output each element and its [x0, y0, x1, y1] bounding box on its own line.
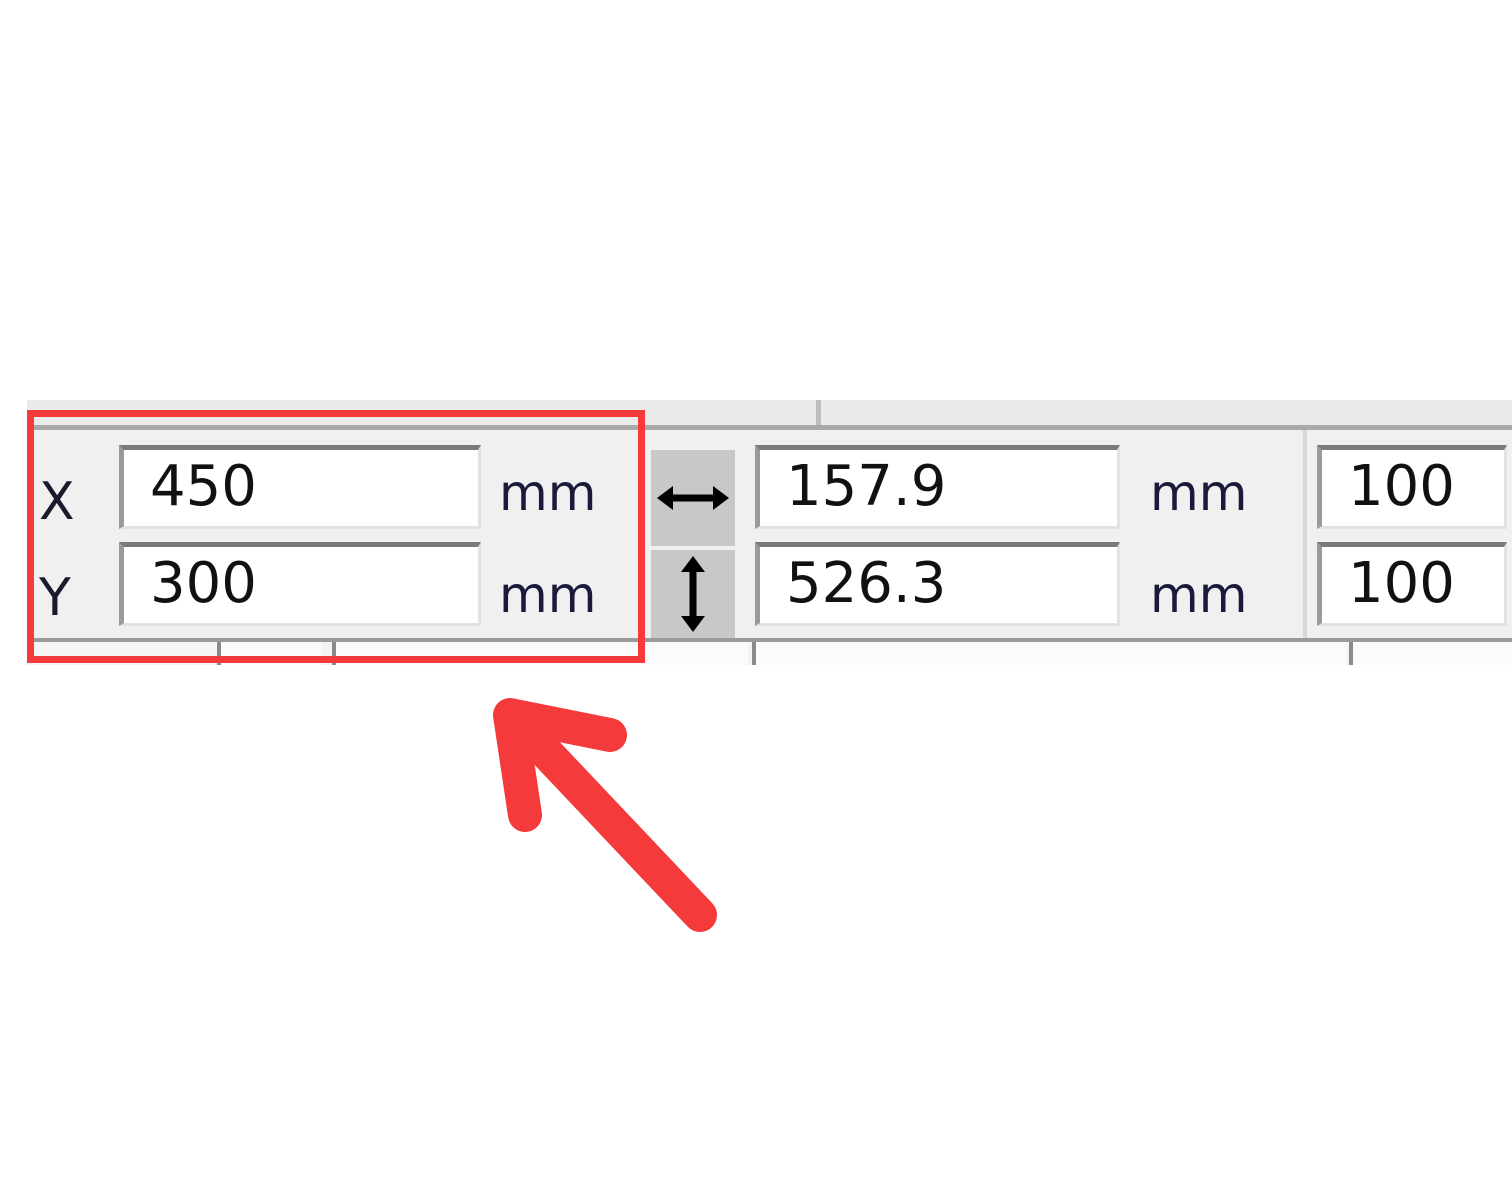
next-row-field[interactable]: [1349, 642, 1512, 665]
horizontal-double-arrow-icon: [657, 486, 729, 510]
height-input[interactable]: 526.3: [755, 542, 1120, 626]
width-scale-input[interactable]: 100: [1317, 445, 1507, 529]
next-row-field[interactable]: [752, 642, 1346, 665]
vertical-double-arrow-icon: [681, 556, 705, 632]
red-arrow-pointing-up-left-icon: [493, 698, 717, 932]
width-unit-label: mm: [1150, 464, 1248, 522]
width-input[interactable]: 157.9: [755, 445, 1120, 529]
width-lock-button[interactable]: [651, 450, 735, 546]
size-panel: 157.9 mm 526.3 mm: [645, 430, 1305, 638]
scale-panel: 100 100: [1303, 430, 1512, 638]
height-unit-label: mm: [1150, 566, 1248, 624]
highlight-box: [27, 410, 645, 663]
height-scale-input[interactable]: 100: [1317, 542, 1507, 626]
toolbar-separator: [816, 400, 821, 425]
height-lock-button[interactable]: [651, 550, 735, 638]
